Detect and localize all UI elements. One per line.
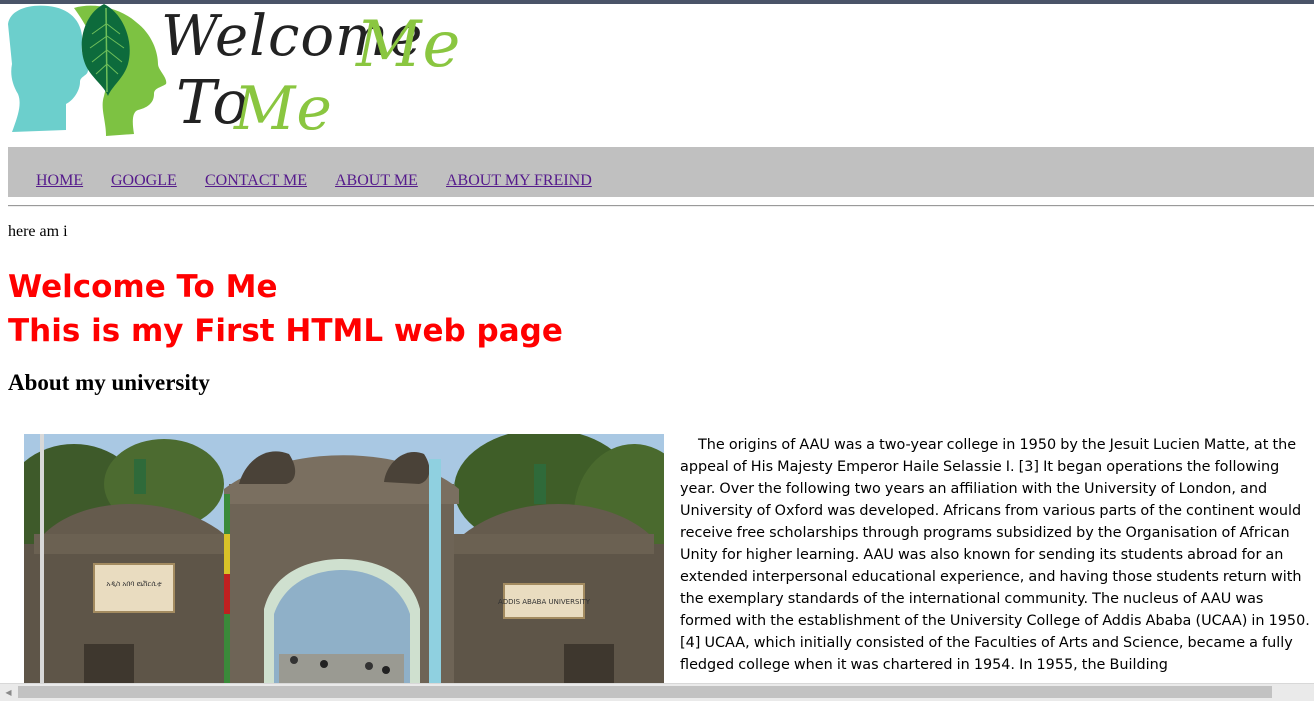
welcome-heading-line2: This is my First HTML web page xyxy=(8,313,563,349)
scroll-left-arrow-icon[interactable]: ◀ xyxy=(0,684,17,701)
logo-heads-graphic xyxy=(8,4,167,137)
welcome-heading-line1: Welcome To Me xyxy=(8,269,278,305)
logo-text-me-top: Me xyxy=(356,8,462,82)
logo-text-me-bottom: Me xyxy=(234,74,333,144)
university-gate-photo: አዲስ አበባ ዩኒቨርሲቲ ADDIS ABABA UNIVERSITY xyxy=(24,434,664,684)
horizontal-scrollbar[interactable]: ◀ xyxy=(0,683,1314,701)
welcome-heading: Welcome To Me This is my First HTML web … xyxy=(8,265,563,353)
teal-head-icon xyxy=(8,5,88,132)
horizontal-rule xyxy=(8,205,1314,207)
scrollbar-thumb[interactable] xyxy=(18,686,1272,698)
plaque-right-text: ADDIS ABABA UNIVERSITY xyxy=(498,598,591,606)
nav-link-contact-me[interactable]: CONTACT ME xyxy=(205,172,307,190)
about-university-heading: About my university xyxy=(8,370,210,395)
intro-text: here am i xyxy=(8,223,68,240)
nav-bar: HOME GOOGLE CONTACT ME ABOUT ME ABOUT MY… xyxy=(8,147,1314,197)
nav-link-about-my-freind[interactable]: ABOUT MY FREIND xyxy=(446,172,592,190)
nav-link-google[interactable]: GOOGLE xyxy=(111,172,177,190)
site-logo: Welcome Me To Me xyxy=(8,4,460,144)
university-history-paragraph: The origins of AAU was a two-year colleg… xyxy=(680,437,1310,673)
nav-link-about-me[interactable]: ABOUT ME xyxy=(335,172,418,190)
plaque-left-text: አዲስ አበባ ዩኒቨርሲቲ xyxy=(106,580,162,588)
nav-link-home[interactable]: HOME xyxy=(36,172,83,190)
